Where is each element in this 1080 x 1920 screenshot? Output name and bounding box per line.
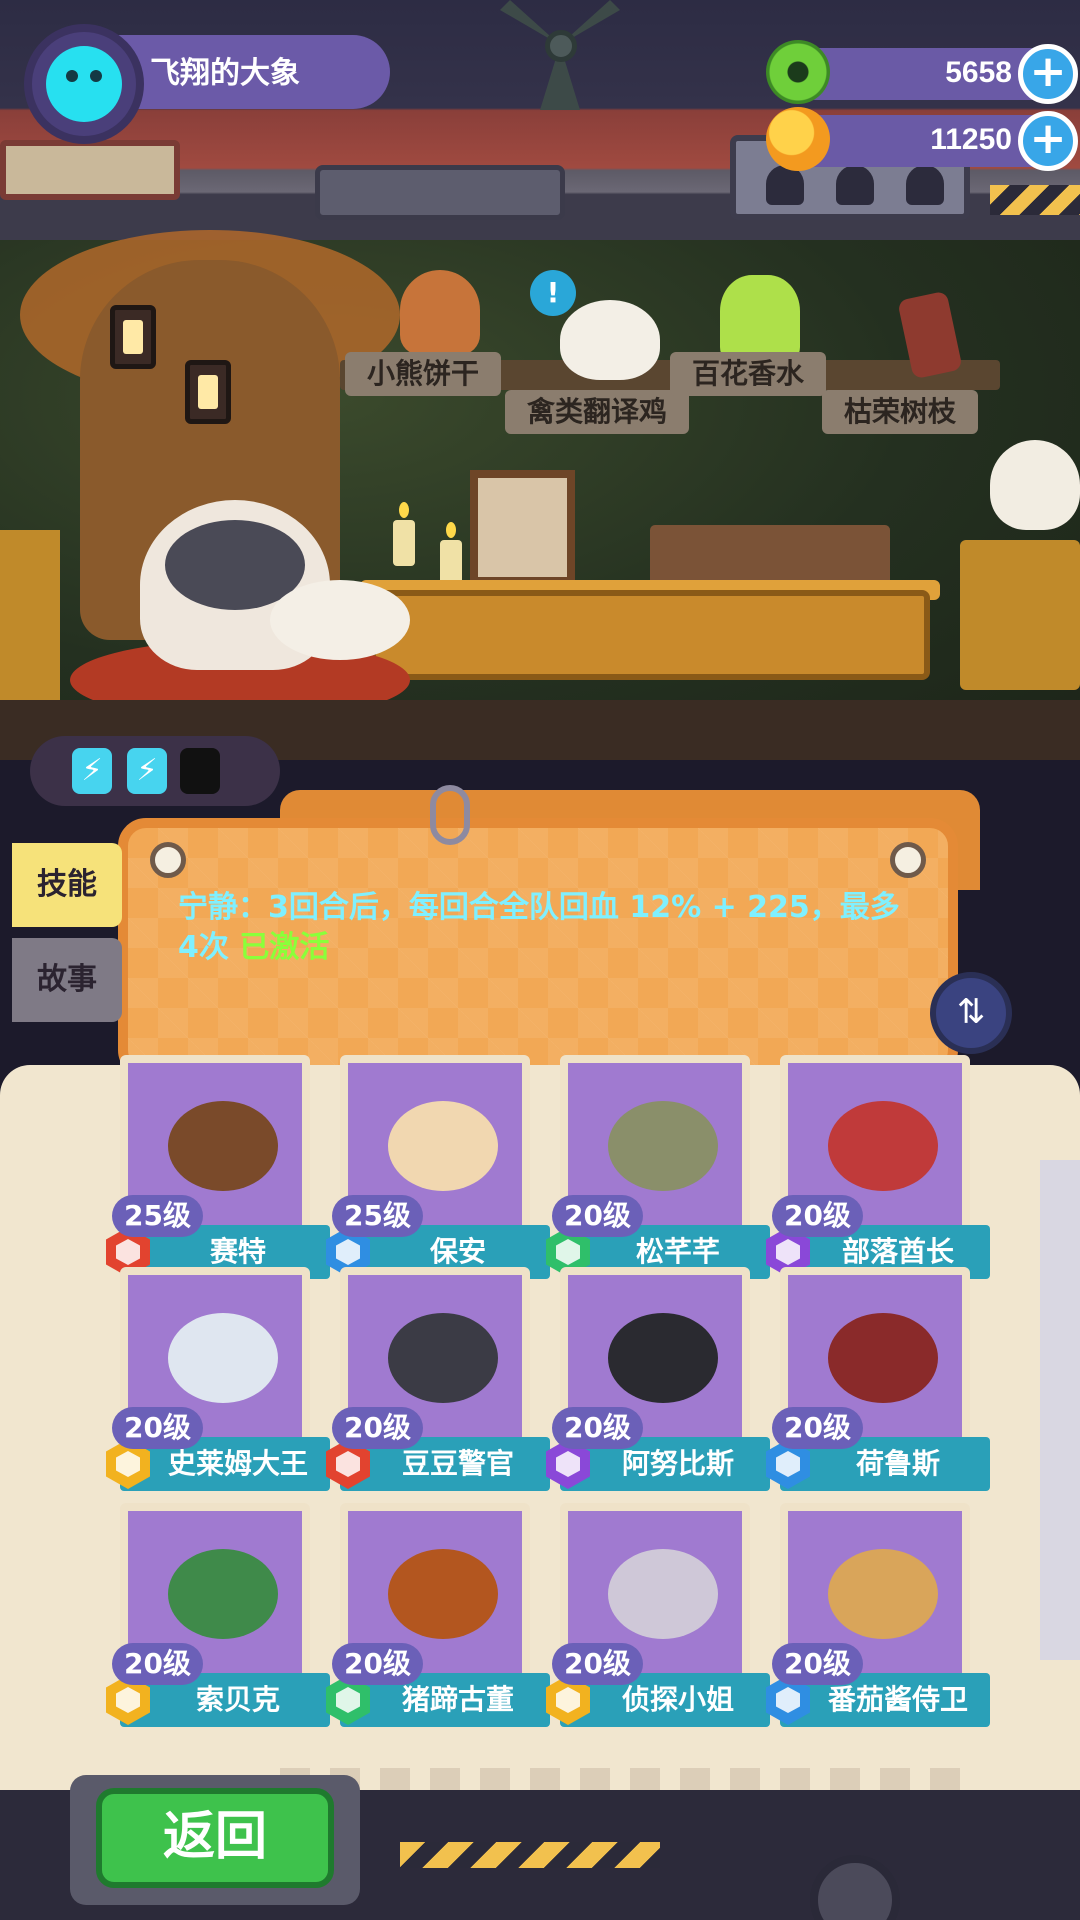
- add-donut-button[interactable]: +: [1018, 44, 1078, 104]
- vent-grill: [315, 165, 565, 220]
- book-stack: [650, 525, 890, 587]
- ceiling-panel: [0, 140, 180, 200]
- character-card[interactable]: 赛特 25级: [106, 1055, 330, 1285]
- alert-bubble-icon[interactable]: !: [530, 270, 576, 316]
- ghost-icon: [906, 165, 944, 205]
- character-card[interactable]: 索贝克 20级: [106, 1503, 330, 1733]
- ceiling-fan: [480, 0, 640, 120]
- translator-bird-item[interactable]: [560, 300, 660, 380]
- add-planet-button[interactable]: +: [1018, 111, 1078, 171]
- character-level: 20级: [772, 1195, 863, 1237]
- character-level: 20级: [552, 1643, 643, 1685]
- wolf-companion: [270, 580, 410, 660]
- skill-description: 宁静：3回合后，每回合全队回血 12% + 225，最多4次 已激活: [178, 888, 918, 968]
- shelf-label: 百花香水: [670, 352, 827, 396]
- swap-button[interactable]: ⇅: [930, 972, 1012, 1054]
- player-avatar[interactable]: [24, 24, 144, 144]
- shelf-label: 禽类翻译鸡: [505, 390, 690, 434]
- skill-card: 宁静：3回合后，每回合全队回血 12% + 225，最多4次 已激活: [118, 818, 958, 1078]
- tab-skill[interactable]: 技能: [12, 843, 122, 927]
- energy-empty-icon: [180, 748, 220, 794]
- character-card[interactable]: 保安 25级: [326, 1055, 550, 1285]
- character-card[interactable]: 荷鲁斯 20级: [766, 1267, 990, 1497]
- skull-stand: [960, 540, 1080, 690]
- shelf-label: 小熊饼干: [345, 352, 502, 396]
- character-level: 25级: [112, 1195, 203, 1237]
- cat-avatar-icon: [46, 46, 122, 122]
- character-level: 20级: [772, 1407, 863, 1449]
- currency-planet: 11250 +: [766, 107, 1078, 171]
- shop-scene: ! 小熊饼干 禽类翻译鸡 百花香水 枯荣树枝: [0, 0, 1080, 760]
- counter: [370, 590, 930, 680]
- player-name: 飞翔的大象: [150, 56, 300, 91]
- paper-clip-icon: [430, 785, 470, 845]
- character-level: 20级: [772, 1643, 863, 1685]
- energy-bolt-icon: ⚡: [127, 748, 167, 794]
- character-card[interactable]: 史莱姆大王 20级: [106, 1267, 330, 1497]
- side-shelf: [0, 530, 60, 700]
- hazard-stripes: [990, 185, 1080, 215]
- character-level: 20级: [112, 1407, 203, 1449]
- character-card[interactable]: 豆豆警官 20级: [326, 1267, 550, 1497]
- character-card[interactable]: 部落酋长 20级: [766, 1055, 990, 1285]
- currency-donut: 5658 +: [766, 40, 1078, 104]
- hazard-stripes: [400, 1842, 660, 1868]
- character-level: 20级: [332, 1643, 423, 1685]
- shelf-label: 枯荣树枝: [822, 390, 979, 434]
- character-card[interactable]: 阿努比斯 20级: [546, 1267, 770, 1497]
- currency-value: 5658: [945, 56, 1012, 89]
- faded-page-text: [280, 1768, 980, 1790]
- character-level: 25级: [332, 1195, 423, 1237]
- tab-story[interactable]: 故事: [12, 938, 122, 1022]
- planet-currency-icon: [766, 107, 830, 171]
- character-card[interactable]: 番茄酱侍卫 20级: [766, 1503, 990, 1733]
- candle-icon: [393, 502, 415, 566]
- photo-frame: [470, 470, 575, 585]
- ghost-icon: [766, 165, 804, 205]
- energy-bolt-icon: ⚡: [72, 748, 112, 794]
- pin-icon: [150, 842, 186, 878]
- ghost-icon: [836, 165, 874, 205]
- back-button[interactable]: 返回: [96, 1788, 334, 1888]
- character-level: 20级: [552, 1407, 643, 1449]
- energy-bar: ⚡ ⚡: [30, 736, 280, 806]
- character-level: 20级: [112, 1643, 203, 1685]
- character-level: 20级: [332, 1407, 423, 1449]
- character-card[interactable]: 侦探小姐 20级: [546, 1503, 770, 1733]
- book-page-edge: [1040, 1160, 1080, 1660]
- pin-icon: [890, 842, 926, 878]
- character-card[interactable]: 猪蹄古董 20级: [326, 1503, 550, 1733]
- donut-currency-icon: [766, 40, 830, 104]
- skill-status: 已激活: [239, 930, 330, 965]
- bear-cookie-item[interactable]: [400, 270, 480, 355]
- currency-value: 11250: [930, 123, 1012, 156]
- skull-icon: [990, 440, 1080, 530]
- character-card[interactable]: 松芊芊 20级: [546, 1055, 770, 1285]
- lantern-icon: [185, 360, 231, 424]
- character-level: 20级: [552, 1195, 643, 1237]
- lantern-icon: [110, 305, 156, 369]
